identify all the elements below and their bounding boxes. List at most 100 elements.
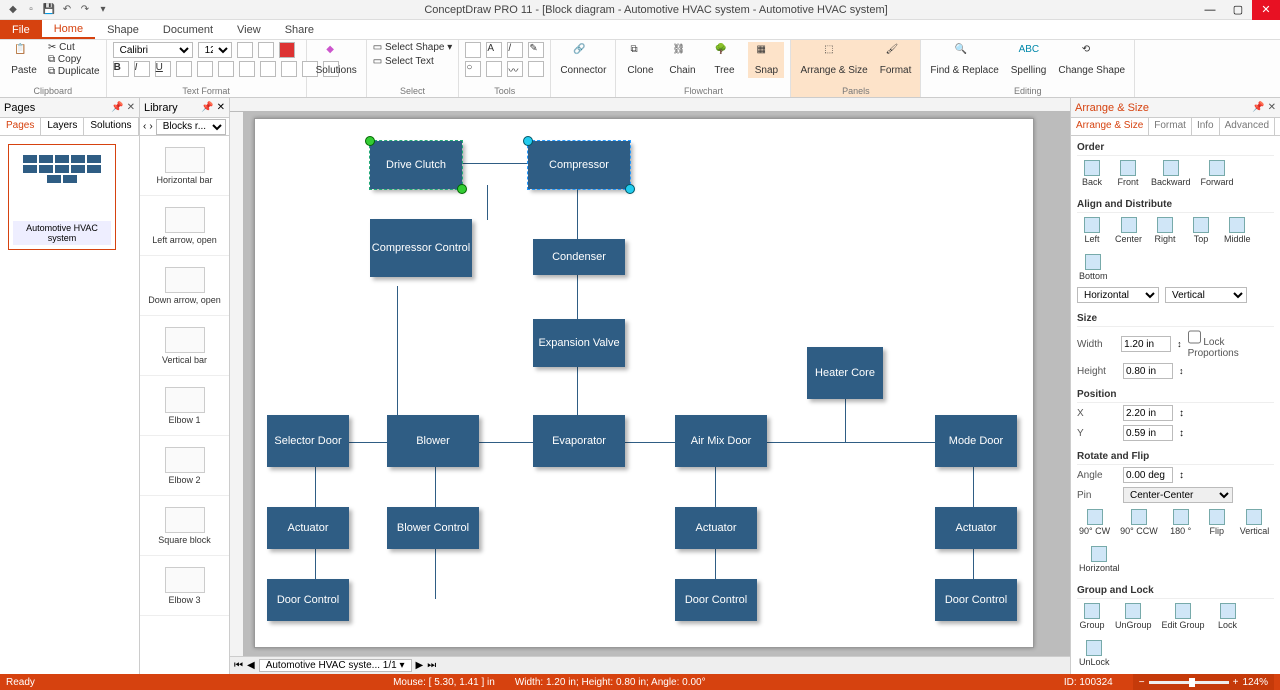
block-compressor-control[interactable]: Compressor Control <box>370 219 472 277</box>
copy-button[interactable]: ⧉ Copy <box>48 54 100 65</box>
lib-item-down-arrow[interactable]: Down arrow, open <box>140 256 229 316</box>
spline-tool-icon[interactable]: 〰 <box>507 61 523 77</box>
rp-close-icon[interactable]: ✕ <box>1268 102 1276 113</box>
flip-button[interactable]: Flip <box>1204 509 1230 536</box>
sheet-nav-last[interactable]: ⏭ <box>427 660 436 671</box>
line-tool-icon[interactable]: / <box>507 42 523 58</box>
tab-shape[interactable]: Shape <box>95 20 151 39</box>
block-actuator-1[interactable]: Actuator <box>267 507 349 549</box>
page-thumbnail[interactable]: Automotive HVAC system <box>8 144 116 250</box>
tab-document[interactable]: Document <box>151 20 225 39</box>
underline-icon[interactable]: U <box>155 61 171 77</box>
align-top-button[interactable]: Top <box>1188 217 1214 244</box>
fontcolor-icon[interactable] <box>279 42 295 58</box>
unlock-button[interactable]: UnLock <box>1079 640 1110 667</box>
block-drive-clutch[interactable]: Drive Clutch <box>370 141 462 189</box>
close-panel-icon[interactable]: ✕ <box>127 102 135 113</box>
superscript-icon[interactable] <box>176 61 192 77</box>
chain-button[interactable]: ⛓Chain <box>664 42 700 78</box>
zoom-out-button[interactable]: − <box>1139 677 1145 688</box>
edit-group-button[interactable]: Edit Group <box>1162 603 1205 630</box>
align-right-button[interactable]: Right <box>1152 217 1178 244</box>
order-backward-button[interactable]: Backward <box>1151 160 1191 187</box>
block-door-control-2[interactable]: Door Control <box>675 579 757 621</box>
align-left-button[interactable]: Left <box>1079 217 1105 244</box>
pos-x-input[interactable] <box>1123 405 1173 421</box>
arc-tool-icon[interactable] <box>486 61 502 77</box>
close-button[interactable]: ✕ <box>1252 0 1280 20</box>
rect-tool-icon[interactable] <box>465 42 481 58</box>
block-compressor[interactable]: Compressor <box>528 141 630 189</box>
select-shape-button[interactable]: ▭ Select Shape ▾ <box>373 42 453 53</box>
angle-input[interactable] <box>1123 467 1173 483</box>
order-forward-button[interactable]: Forward <box>1201 160 1234 187</box>
lib-prev-icon[interactable]: ‹ <box>143 121 146 132</box>
change-shape-button[interactable]: ⟲Change Shape <box>1055 42 1128 78</box>
rp-tab-arrange[interactable]: Arrange & Size <box>1071 118 1149 135</box>
align-center-button[interactable]: Center <box>1115 217 1142 244</box>
block-evaporator[interactable]: Evaporator <box>533 415 625 467</box>
rotate-180-button[interactable]: 180 ° <box>1168 509 1194 536</box>
fontsize-select[interactable]: 12 <box>198 42 232 58</box>
pages-tab-pages[interactable]: Pages <box>0 118 41 135</box>
pages-tab-layers[interactable]: Layers <box>41 118 84 135</box>
rotate-ccw-button[interactable]: 90° CCW <box>1120 509 1158 536</box>
valign-top-icon[interactable] <box>281 61 297 77</box>
order-back-button[interactable]: Back <box>1079 160 1105 187</box>
pin-select[interactable]: Center-Center <box>1123 487 1233 503</box>
bold-icon[interactable]: B <box>113 61 129 77</box>
duplicate-button[interactable]: ⧉ Duplicate <box>48 66 100 77</box>
italic-icon[interactable]: I <box>134 61 150 77</box>
solutions-button[interactable]: ◆Solutions <box>313 42 360 78</box>
width-input[interactable] <box>1121 336 1171 352</box>
library-selector[interactable]: Blocks r... <box>156 119 226 135</box>
format-button[interactable]: 🖌Format <box>877 42 915 78</box>
sheet-nav-first[interactable]: ⏮ <box>234 660 243 671</box>
lib-close-icon[interactable]: ✕ <box>217 102 225 113</box>
select-text-button[interactable]: ▭ Select Text <box>373 56 434 67</box>
tab-view[interactable]: View <box>225 20 273 39</box>
rp-pin-icon[interactable]: 📌 <box>1252 102 1264 113</box>
distribute-v-select[interactable]: Vertical <box>1165 287 1247 303</box>
snap-button[interactable]: ▦Snap <box>748 42 784 78</box>
subscript-icon[interactable] <box>197 61 213 77</box>
text-tool-icon[interactable]: A <box>486 42 502 58</box>
rotate-cw-button[interactable]: 90° CW <box>1079 509 1110 536</box>
align-center-icon[interactable] <box>239 61 255 77</box>
spelling-button[interactable]: ABCSpelling <box>1008 42 1050 78</box>
tab-home[interactable]: Home <box>42 20 95 39</box>
block-blower-control[interactable]: Blower Control <box>387 507 479 549</box>
lib-item-vertical-bar[interactable]: Vertical bar <box>140 316 229 376</box>
align-right-icon[interactable] <box>260 61 276 77</box>
shrink-font-icon[interactable] <box>258 42 274 58</box>
ungroup-button[interactable]: UnGroup <box>1115 603 1152 630</box>
lib-item-elbow1[interactable]: Elbow 1 <box>140 376 229 436</box>
lock-button[interactable]: Lock <box>1215 603 1241 630</box>
cut-button[interactable]: ✂ Cut <box>48 42 100 53</box>
lib-item-elbow2[interactable]: Elbow 2 <box>140 436 229 496</box>
align-middle-button[interactable]: Middle <box>1224 217 1251 244</box>
zoom-slider[interactable] <box>1149 681 1229 684</box>
sheet-nav-prev[interactable]: ◀ <box>247 660 255 671</box>
save-icon[interactable]: 💾 <box>42 3 56 17</box>
block-heater-core[interactable]: Heater Core <box>807 347 883 399</box>
lib-item-square-block[interactable]: Square block <box>140 496 229 556</box>
pos-y-input[interactable] <box>1123 425 1173 441</box>
block-actuator-2[interactable]: Actuator <box>675 507 757 549</box>
block-door-control-3[interactable]: Door Control <box>935 579 1017 621</box>
drawing-page[interactable]: Drive Clutch Compressor Compressor Contr… <box>254 118 1034 648</box>
tree-button[interactable]: 🌳Tree <box>706 42 742 78</box>
arrange-size-button[interactable]: ⬚Arrange & Size <box>797 42 870 78</box>
rp-tab-format[interactable]: Format <box>1149 118 1192 135</box>
lib-pin-icon[interactable]: 📌 <box>201 102 213 113</box>
flip-h-button[interactable]: Horizontal <box>1079 546 1120 573</box>
undo-icon[interactable]: ↶ <box>60 3 74 17</box>
connector-button[interactable]: 🔗Connector <box>557 42 609 78</box>
lib-next-icon[interactable]: › <box>149 121 152 132</box>
canvas[interactable]: Drive Clutch Compressor Compressor Contr… <box>230 98 1070 674</box>
lib-item-left-arrow[interactable]: Left arrow, open <box>140 196 229 256</box>
align-bottom-button[interactable]: Bottom <box>1079 254 1108 281</box>
find-replace-button[interactable]: 🔍Find & Replace <box>927 42 1001 78</box>
block-expansion-valve[interactable]: Expansion Valve <box>533 319 625 367</box>
redo-icon[interactable]: ↷ <box>78 3 92 17</box>
